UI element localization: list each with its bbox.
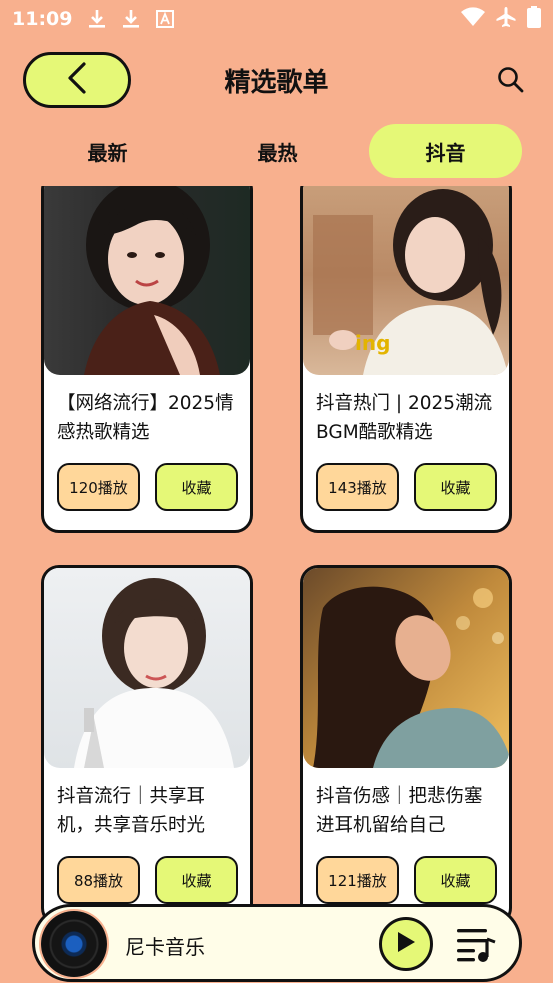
playlist-cover-image: [303, 568, 509, 768]
vinyl-disc-icon: [41, 911, 107, 977]
tab-bar: 最新 最热 抖音: [30, 124, 525, 178]
play-count-button[interactable]: 88播放: [57, 856, 140, 904]
mini-player[interactable]: 尼卡音乐: [32, 904, 522, 982]
tab-hottest[interactable]: 最热: [200, 124, 355, 178]
airplane-icon: [495, 6, 517, 33]
download-icon: [120, 8, 142, 30]
play-count-button[interactable]: 143播放: [316, 463, 399, 511]
playlist-button[interactable]: [455, 925, 497, 963]
playlist-grid: 【网络流行】2025情感热歌精选 120播放 收藏 ing 抖音热门 | 202…: [0, 186, 553, 983]
play-count-button[interactable]: 121播放: [316, 856, 399, 904]
playlist-title: 抖音伤感｜把悲伤塞进耳机留给自己: [316, 786, 483, 836]
font-icon: [154, 8, 176, 30]
playlist-cover-image: [44, 568, 250, 768]
playlist-title: 【网络流行】2025情感热歌精选: [57, 393, 234, 443]
playlist-cover-image: [44, 186, 250, 375]
status-time: 11:09: [12, 8, 73, 30]
page-title: 精选歌单: [224, 68, 329, 98]
download-icon: [86, 8, 108, 30]
playlist-card[interactable]: 抖音伤感｜把悲伤塞进耳机留给自己 121播放 收藏: [300, 565, 512, 926]
play-button[interactable]: [379, 917, 433, 971]
playlist-title: 抖音热门 | 2025潮流BGM酷歌精选: [316, 393, 493, 443]
favorite-button[interactable]: 收藏: [155, 856, 238, 904]
header: 精选歌单: [0, 50, 553, 110]
svg-text:ing: ing: [355, 331, 390, 355]
playlist-icon: [455, 929, 497, 967]
tab-label: 抖音: [425, 140, 466, 165]
playlist-title: 抖音流行｜共享耳机，共享音乐时光: [57, 786, 206, 836]
playlist-card[interactable]: ing 抖音热门 | 2025潮流BGM酷歌精选 143播放 收藏: [300, 186, 512, 533]
battery-icon: [527, 5, 541, 33]
play-count-button[interactable]: 120播放: [57, 463, 140, 511]
tab-label: 最热: [257, 140, 298, 165]
tab-label: 最新: [87, 140, 128, 165]
wifi-icon: [461, 6, 485, 32]
tab-newest[interactable]: 最新: [30, 124, 185, 178]
search-icon: [497, 67, 525, 98]
favorite-button[interactable]: 收藏: [414, 463, 497, 511]
status-bar: 11:09: [0, 0, 553, 38]
favorite-button[interactable]: 收藏: [414, 856, 497, 904]
search-button[interactable]: [497, 66, 525, 94]
favorite-button[interactable]: 收藏: [155, 463, 238, 511]
player-track-name: 尼卡音乐: [125, 935, 205, 959]
playlist-card[interactable]: 【网络流行】2025情感热歌精选 120播放 收藏: [41, 186, 253, 533]
playlist-cover-image: ing: [303, 186, 509, 375]
play-icon: [395, 930, 417, 958]
playlist-card[interactable]: 抖音流行｜共享耳机，共享音乐时光 88播放 收藏: [41, 565, 253, 926]
tab-douyin[interactable]: 抖音: [369, 124, 522, 178]
